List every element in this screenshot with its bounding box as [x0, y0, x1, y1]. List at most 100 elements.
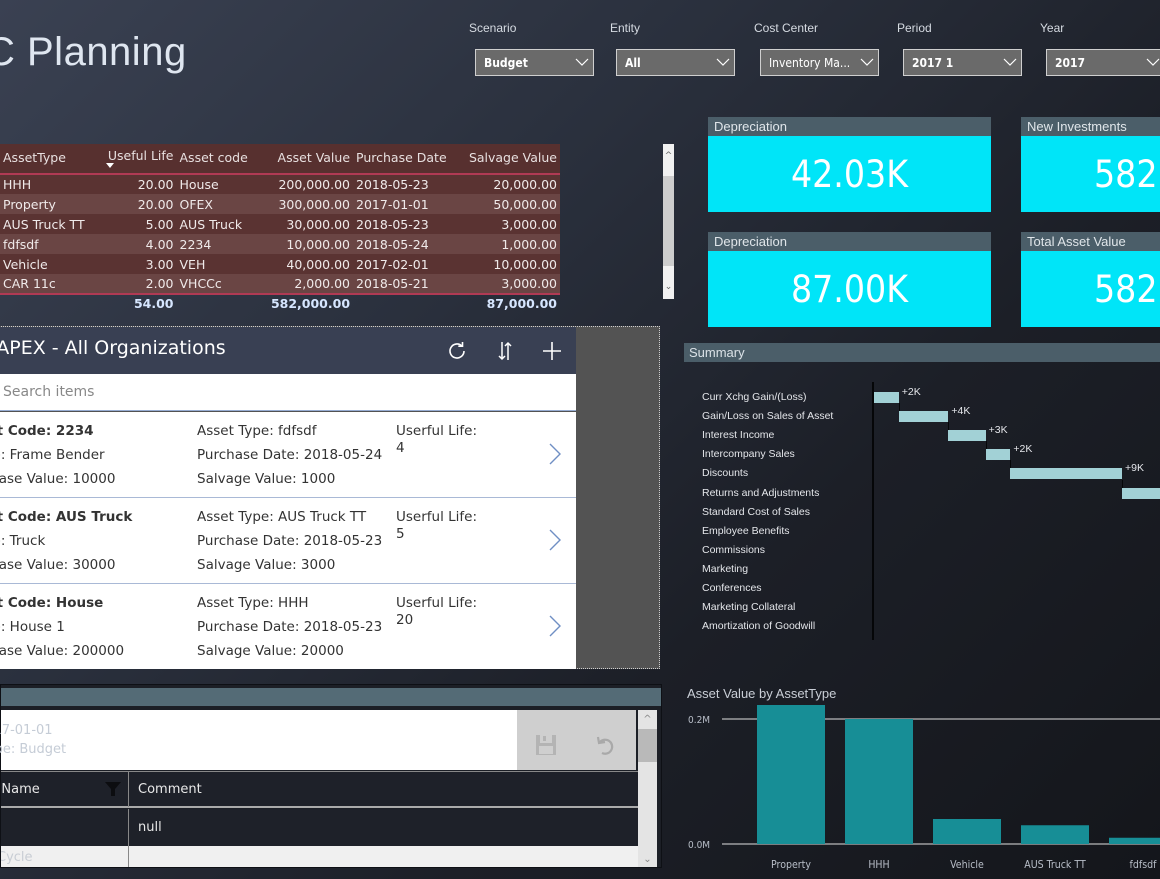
bar-aus-truck-tt[interactable]	[1021, 825, 1089, 844]
purchase-date-text: Purchase Date: 2018-05-24	[197, 447, 383, 463]
cell-useful-life: 20.00	[101, 194, 177, 214]
waterfall-bar[interactable]	[1010, 468, 1122, 480]
scrollbar-thumb[interactable]	[663, 176, 674, 266]
gallery-item[interactable]: Asset Code: House Name: House 1 Purchase V…	[0, 584, 576, 669]
grid-header-row: :Name Comment	[0, 771, 638, 808]
column-header-salvage-value[interactable]: Salvage Value	[458, 144, 560, 175]
waterfall-data-label: +4K	[951, 405, 971, 418]
scroll-up-icon[interactable]: ^	[663, 150, 674, 162]
panel-header	[1, 688, 661, 706]
save-icon[interactable]	[535, 734, 557, 756]
table-row[interactable]: HHH 20.00 House 200,000.00 2018-05-23 20,000.…	[0, 174, 560, 194]
chevron-right-icon[interactable]	[548, 528, 562, 552]
column-header-purchase-date[interactable]: Purchase Date	[353, 144, 459, 175]
cell-purchase-date: 2017-02-01	[353, 254, 459, 274]
chevron-right-icon[interactable]	[548, 442, 562, 466]
refresh-icon[interactable]	[445, 339, 469, 363]
waterfall-category-label: Marketing Collateral	[702, 601, 796, 614]
scroll-up-icon[interactable]: ^	[638, 714, 657, 725]
asset-table: AssetType Useful Life Asset code Asset V…	[0, 144, 560, 312]
total-purchase-date	[353, 294, 459, 312]
cell-salvage-value: 20,000.00	[458, 174, 560, 194]
x-tick-label: AUS Truck TT	[1024, 859, 1086, 871]
asset-value-bar-chart: 0.0M 0.2M Property HHH Vehicle AUS Truck TT fd…	[688, 705, 1160, 871]
kpi-card-total-asset-value: Total Asset Value 582.00K	[1021, 232, 1160, 327]
period-dropdown[interactable]: 2017 1	[903, 49, 1022, 76]
undo-icon[interactable]	[595, 734, 617, 756]
kpi-label: New Investments	[1021, 117, 1160, 136]
year-dropdown[interactable]: 2017	[1046, 49, 1160, 76]
asset-name-text: Name: Truck	[0, 533, 46, 549]
table-row[interactable]: AUS Truck TT 5.00 AUS Truck 30,000.00 2018-0…	[0, 214, 560, 234]
table-row[interactable]: Property 20.00 OFEX 300,000.00 2017-01-01 50,…	[0, 194, 560, 214]
salvage-value-text: Salvage Value: 20000	[197, 643, 344, 659]
scroll-down-icon[interactable]: ⌄	[663, 281, 674, 293]
grid-row[interactable]: null	[1, 809, 638, 846]
waterfall-bar[interactable]	[1122, 487, 1160, 499]
column-header-asset-code[interactable]: Asset code	[176, 144, 260, 175]
bar-vehicle[interactable]	[933, 819, 1001, 844]
table-scrollbar[interactable]: ^ ⌄	[663, 144, 674, 299]
chevron-down-icon	[575, 58, 589, 68]
waterfall-bar[interactable]	[898, 411, 949, 423]
waterfall-bar[interactable]	[948, 430, 986, 442]
sort-icon[interactable]	[493, 339, 517, 363]
column-divider	[128, 809, 129, 846]
useful-life-label: Userful Life:	[396, 423, 477, 439]
waterfall-bar[interactable]	[985, 449, 1011, 461]
gallery-item[interactable]: Asset Code: 2234 Name: Frame Bender Purcha…	[0, 412, 576, 498]
x-tick-label: Vehicle	[950, 859, 984, 871]
total-asset-code	[177, 294, 260, 312]
column-header-comment[interactable]: Comment	[138, 772, 202, 807]
cell-useful-life: 3.00	[101, 254, 177, 274]
table-header-row: AssetType Useful Life Asset code Asset V…	[0, 144, 560, 175]
scenario-dropdown[interactable]: Budget	[475, 49, 594, 76]
asset-type-text: Asset Type: HHH	[197, 595, 309, 611]
scrollbar-thumb[interactable]	[638, 729, 657, 762]
useful-life-label: Userful Life:	[396, 509, 477, 525]
cell-asset-value: 2,000.00	[259, 274, 354, 295]
kpi-label: Depreciation	[708, 232, 991, 251]
table-row[interactable]: CAR 11c 2.00 VHCCc 2,000.00 2018-05-21 3,000.…	[0, 274, 560, 295]
waterfall-data-label: +3K	[988, 424, 1008, 437]
search-input[interactable]	[0, 374, 576, 410]
filter-label-scenario: Scenario	[469, 21, 517, 35]
gallery-item[interactable]: Asset Code: AUS Truck Name: Truck Purchase…	[0, 498, 576, 584]
waterfall-bar[interactable]	[874, 392, 899, 403]
kpi-value: 42.03K	[708, 136, 991, 212]
form-summary: 2017-01-01 Type: Budget	[0, 710, 517, 770]
search-box	[0, 374, 576, 411]
bar-property[interactable]	[757, 705, 825, 844]
waterfall-category-label: Employee Benefits	[702, 524, 790, 537]
add-icon[interactable]	[540, 339, 564, 363]
cell-salvage-value: 50,000.00	[458, 194, 560, 214]
purchase-date-text: Purchase Date: 2018-05-23	[197, 533, 383, 549]
column-divider	[128, 846, 129, 867]
column-header-name[interactable]: :Name	[0, 772, 40, 807]
kpi-value: 582.00K	[1021, 136, 1160, 212]
column-header-asset-value[interactable]: Asset Value	[259, 144, 354, 175]
grid-cell-comment: null	[138, 820, 162, 835]
filter-icon[interactable]	[105, 781, 121, 797]
column-divider	[128, 772, 129, 807]
form-date: 2017-01-01	[0, 723, 53, 738]
comments-panel: 2017-01-01 Type: Budget ^ ⌄ :Name Commen…	[0, 684, 662, 868]
chevron-right-icon[interactable]	[548, 614, 562, 638]
scenario-value: Budget	[484, 55, 528, 70]
entity-dropdown[interactable]: All	[616, 49, 735, 76]
bar-hhh[interactable]	[845, 719, 913, 844]
powerapps-frame: CAPEX - All Organizations Asset Code: 22…	[0, 326, 660, 669]
cell-asset-code: House	[176, 174, 260, 194]
column-header-useful-life[interactable]: Useful Life	[101, 144, 177, 175]
cost-center-dropdown[interactable]: Inventory Ma...	[760, 49, 879, 76]
table-row[interactable]: Vehicle 3.00 VEH 40,000.00 2017-02-01 10,000.…	[0, 254, 560, 274]
purchase-value-text: Purchase Value: 30000	[0, 557, 116, 573]
table-row[interactable]: fdfsdf 4.00 2234 10,000.00 2018-05-24 1,000.0…	[0, 234, 560, 254]
grid-row[interactable]: Cycle	[1, 846, 638, 867]
scroll-down-icon[interactable]: ⌄	[638, 854, 657, 865]
column-header-assettype[interactable]: AssetType	[0, 144, 102, 175]
panel-scrollbar[interactable]: ^ ⌄	[638, 710, 657, 867]
cell-salvage-value: 3,000.00	[458, 214, 560, 234]
bar-fdfsdf[interactable]	[1109, 837, 1160, 844]
waterfall-data-label: +9K	[1125, 462, 1144, 475]
